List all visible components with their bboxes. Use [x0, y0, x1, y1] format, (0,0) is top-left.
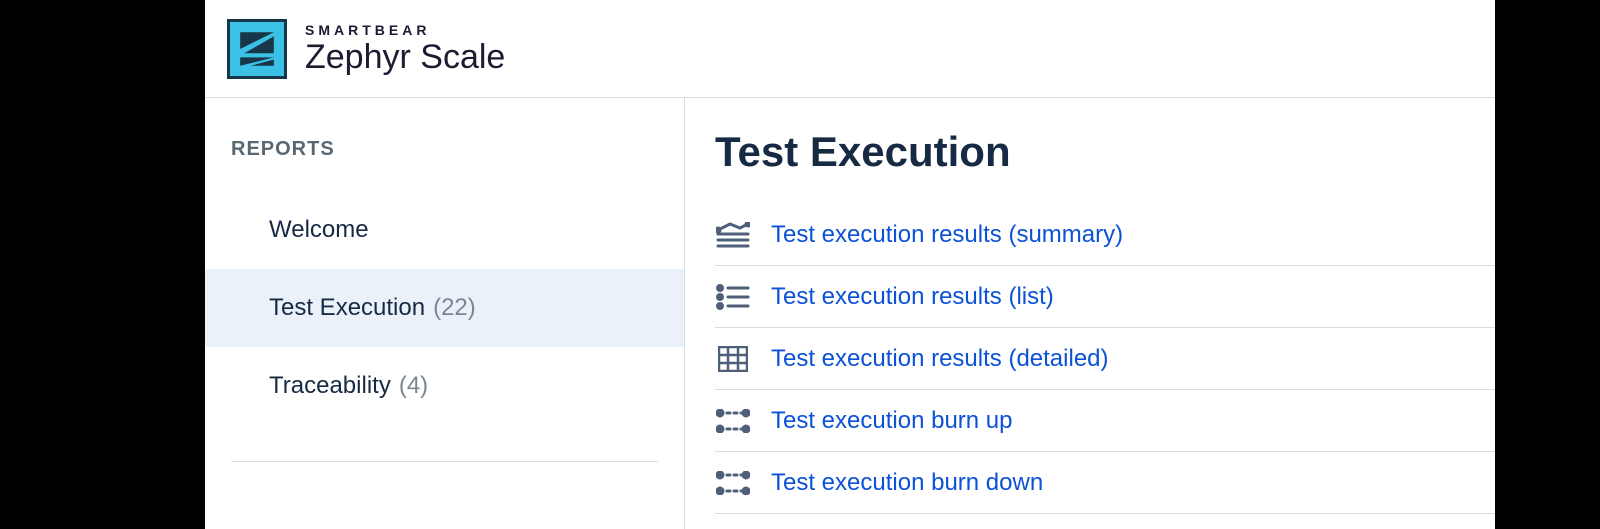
report-link-label: Test execution burn up — [771, 407, 1013, 435]
zephyr-logo-icon — [227, 19, 287, 79]
summary-chart-icon — [715, 220, 751, 250]
product-label: Zephyr Scale — [305, 40, 505, 76]
report-link-burn-down[interactable]: Test execution burn down — [715, 452, 1495, 514]
logo-block: SMARTBEAR Zephyr Scale — [227, 19, 505, 79]
page-title: Test Execution — [715, 128, 1495, 176]
app-header: SMARTBEAR Zephyr Scale — [205, 0, 1495, 98]
sidebar-item-welcome[interactable]: Welcome — [205, 191, 684, 269]
report-link-detailed[interactable]: Test execution results (detailed) — [715, 328, 1495, 390]
report-link-summary[interactable]: Test execution results (summary) — [715, 204, 1495, 266]
burn-chart-icon — [715, 468, 751, 498]
sidebar-item-count: (4) — [399, 372, 428, 400]
sidebar-item-traceability[interactable]: Traceability (4) — [205, 347, 684, 425]
sidebar-divider — [231, 461, 658, 462]
sidebar-item-test-execution[interactable]: Test Execution (22) — [205, 269, 684, 347]
report-link-list[interactable]: Test execution results (list) — [715, 266, 1495, 328]
brand-label: SMARTBEAR — [305, 22, 505, 38]
report-link-label: Test execution results (summary) — [771, 221, 1123, 249]
grid-icon — [715, 344, 751, 374]
main-panel: Test Execution Test execution results (s… — [685, 98, 1495, 529]
sidebar-item-label: Traceability — [269, 372, 391, 400]
black-margin-right — [1495, 0, 1600, 529]
list-icon — [715, 282, 751, 312]
report-link-burn-up[interactable]: Test execution burn up — [715, 390, 1495, 452]
sidebar-item-label: Test Execution — [269, 294, 425, 322]
burn-chart-icon — [715, 406, 751, 436]
report-link-label: Test execution burn down — [771, 469, 1043, 497]
black-margin-left — [0, 0, 205, 529]
sidebar-title: REPORTS — [205, 138, 684, 191]
sidebar-item-count: (22) — [433, 294, 476, 322]
sidebar-item-label: Welcome — [269, 216, 369, 244]
report-link-label: Test execution results (detailed) — [771, 345, 1109, 373]
app-container: SMARTBEAR Zephyr Scale REPORTS Welcome T… — [205, 0, 1495, 529]
sidebar: REPORTS Welcome Test Execution (22) Trac… — [205, 98, 685, 529]
report-link-label: Test execution results (list) — [771, 283, 1054, 311]
